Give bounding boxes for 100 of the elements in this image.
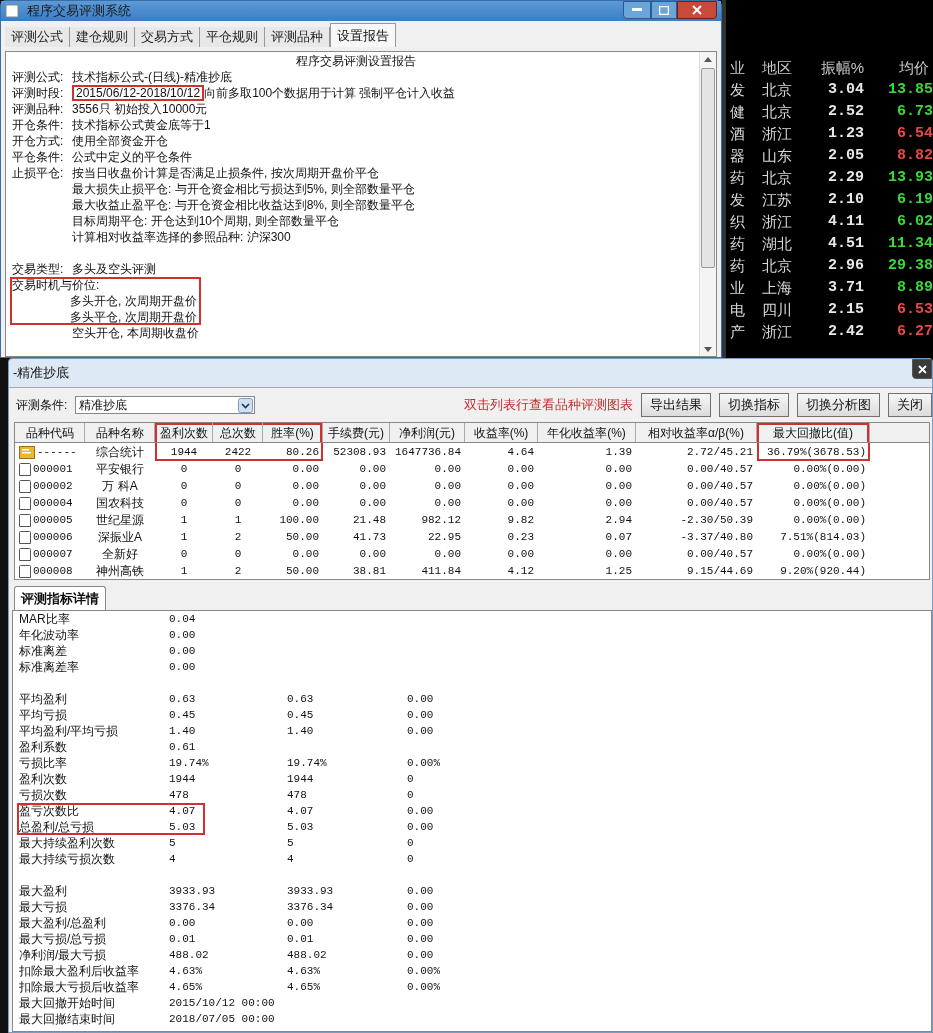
table-row[interactable]: 000002 万 科A 0 0 0.00 0.00 0.00 0.00 0.00 0.00/40.57 0.00%(0.00) — [15, 477, 929, 494]
report-value: 计算相对收益率选择的参照品种: 沪深300 — [72, 229, 291, 246]
column-header[interactable]: 盈利次数 — [155, 423, 213, 442]
table-cell-text: 0.00 — [604, 478, 633, 494]
table-cell-text: 1647736.84 — [394, 444, 462, 460]
table-cell-text: 7.51%(814.03) — [779, 529, 867, 545]
table-row[interactable]: 000008 神州高铁 1 2 50.00 38.81 411.84 4.12 1.25 9.15/44.69 9.20%(920.44) — [15, 562, 929, 579]
close-button[interactable] — [677, 1, 717, 19]
quote-cell-text: 浙江 — [761, 212, 793, 232]
tab[interactable]: 评测指标详情 — [14, 586, 106, 610]
scroll-up-icon — [704, 57, 712, 62]
report-value: 目标周期平仓: 开仓达到10个周期, 则全部数量平仓 — [72, 213, 339, 230]
document-icon — [19, 496, 31, 510]
report-value: 技术指标公式-(日线)-精准抄底 — [72, 69, 232, 86]
column-header[interactable]: 净利润(元) — [390, 423, 465, 442]
quote-cell-text: 2.29 — [827, 168, 865, 188]
toolbar-button[interactable]: 导出结果 — [641, 393, 711, 417]
table-row[interactable]: 000001 平安银行 0 0 0.00 0.00 0.00 0.00 0.00 0.00/40.57 0.00%(0.00) — [15, 460, 929, 477]
report-value: 使用全部资金开仓 — [72, 133, 168, 150]
table-cell-text: 000006 — [33, 529, 73, 545]
report-value: 最大损失止损平仓: 与开仓资金相比亏损达到5%, 则全部数量平仓 — [72, 181, 415, 198]
table-row[interactable]: 000006 深振业A 1 2 50.00 41.73 22.95 0.23 0.07 -3.37/40.80 7.51%(814.03) — [15, 528, 929, 545]
table-cell-text: 982.12 — [420, 512, 462, 528]
tab[interactable]: 交易方式 — [135, 27, 200, 47]
table-cell-text: 52308.93 — [332, 444, 387, 460]
close-icon — [692, 5, 702, 15]
column-header[interactable]: 总次数 — [213, 423, 263, 442]
table-cell-text: 0.00%(0.00) — [792, 512, 867, 528]
table-cell-text: 000007 — [33, 546, 73, 562]
metric-value: 0.45 — [169, 707, 196, 723]
metric-label: 最大盈利/总盈利 — [19, 915, 108, 932]
table-cell-text: 0.00 — [604, 495, 633, 511]
quote-cell-text: 6.02 — [896, 212, 933, 232]
quote-cell-text: 健 — [729, 102, 746, 122]
window-icon — [5, 4, 19, 18]
metric-value: 5.03 — [287, 819, 315, 835]
table-row[interactable]: ------ 综合统计 1944 2422 80.26 52308.93 1647736.84 4.64 1.39 2.72/45.21 36.79%(3678.53) — [15, 443, 929, 460]
column-header[interactable]: 手续费(元) — [323, 423, 390, 442]
table-cell-text: 0.00 — [506, 461, 535, 477]
table-cell-text: 1 — [179, 529, 189, 545]
metric-value: 0.00 — [407, 947, 435, 963]
quote-cell-text: 山东 — [761, 146, 793, 166]
column-header[interactable]: 收益率(%) — [465, 423, 538, 442]
table-row[interactable]: 000007 全新好 0 0 0.00 0.00 0.00 0.00 0.00 0.00/40.57 0.00%(0.00) — [15, 545, 929, 562]
metric-value: 0.00 — [287, 915, 315, 931]
scroll-thumb[interactable] — [701, 68, 715, 268]
tab[interactable]: 评测公式 — [5, 27, 70, 47]
window-title: 程序交易评测系统 — [27, 2, 131, 21]
table-cell-text: 0 — [233, 478, 243, 494]
quote-cell-text: 6.53 — [896, 300, 933, 320]
metric-label: 年化波动率 — [19, 627, 80, 644]
metric-value: 0.04 — [169, 611, 196, 627]
column-header[interactable]: 品种代码 — [15, 423, 85, 442]
column-header[interactable]: 相对收益率α/β(%) — [636, 423, 757, 442]
table-cell-text: 0.00 — [506, 478, 535, 494]
metric-value: 0.45 — [287, 707, 315, 723]
toolbar-button[interactable]: 切换分析图 — [797, 393, 880, 417]
table-cell-text: 0 — [179, 461, 189, 477]
metric-value: 0 — [407, 851, 415, 867]
tab[interactable]: 建仓规则 — [70, 27, 135, 47]
maximize-button[interactable] — [651, 1, 677, 19]
metric-value: 3376.34 — [169, 899, 216, 915]
metric-value: 0.00 — [169, 643, 196, 659]
condition-select[interactable]: 精准抄底 — [75, 396, 256, 414]
tab[interactable]: 平仓规则 — [200, 27, 265, 47]
table-cell-text: 0.00%(0.00) — [792, 546, 867, 562]
column-header[interactable]: 最大回撤比(值) — [757, 423, 870, 442]
metric-value: 0.00 — [407, 723, 435, 739]
table-row[interactable]: 000005 世纪星源 1 1 100.00 21.48 982.12 9.82 2.94 -2.30/50.39 0.00%(0.00) — [15, 511, 929, 528]
condition-label: 评测条件: — [16, 397, 68, 414]
close-button[interactable] — [912, 359, 932, 379]
metric-value: 0.00% — [407, 755, 441, 771]
table-cell-text: 9.15/44.69 — [686, 563, 754, 579]
quote-cell-text: 北京 — [761, 168, 793, 188]
metric-value: 488.02 — [287, 947, 328, 963]
metric-label: 平均盈利/平均亏损 — [19, 723, 120, 740]
report-value: 多头开仓, 次周期开盘价 — [70, 293, 197, 310]
quote-cell-text: 酒 — [729, 124, 746, 144]
table-cell-text: 0.00 — [291, 461, 320, 477]
table-cell-text: 0 — [233, 495, 243, 511]
column-header[interactable]: 年化收益率(%) — [538, 423, 636, 442]
table-cell-text: 4.64 — [506, 444, 535, 460]
toolbar-button[interactable]: 切换指标 — [719, 393, 789, 417]
table-row[interactable]: 000004 国农科技 0 0 0.00 0.00 0.00 0.00 0.00 0.00/40.57 0.00%(0.00) — [15, 494, 929, 511]
report-value: 2015/06/12-2018/10/12 — [72, 85, 205, 101]
tab[interactable]: 评测品种 — [265, 27, 330, 47]
hint-text: 双击列表行查看品种评测图表 — [464, 396, 633, 415]
report-label: 止损平仓: — [12, 165, 65, 182]
table-cell-text: -3.37/40.80 — [679, 529, 754, 545]
tab[interactable]: 设置报告 — [330, 23, 396, 47]
table-cell-text: 0 — [233, 546, 243, 562]
table-cell-text: 0 — [179, 495, 189, 511]
scrollbar[interactable] — [699, 52, 716, 356]
minimize-button[interactable] — [623, 1, 651, 19]
table-cell-text: 0 — [179, 478, 189, 494]
column-header[interactable]: 胜率(%) — [263, 423, 323, 442]
column-header[interactable]: 品种名称 — [85, 423, 155, 442]
table-cell-text: 411.84 — [420, 563, 462, 579]
quote-cell-text: 业 — [729, 278, 746, 298]
toolbar-button[interactable]: 关闭 — [888, 393, 932, 417]
